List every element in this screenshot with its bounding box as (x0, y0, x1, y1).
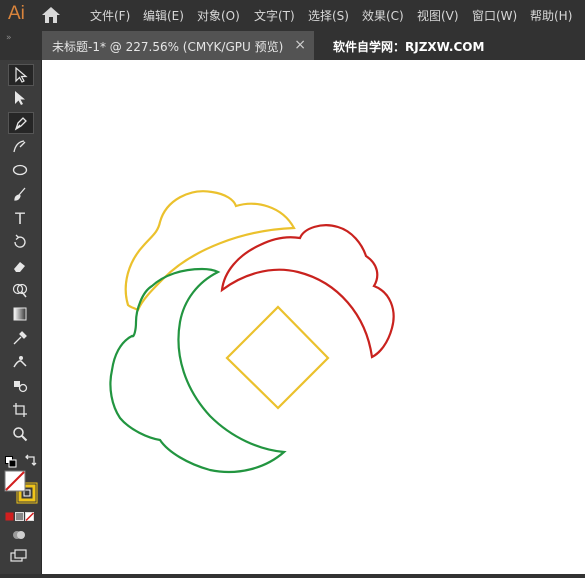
eraser-tool-icon[interactable] (8, 256, 32, 276)
home-icon[interactable] (40, 6, 62, 24)
menu-view[interactable]: 视图(V) (417, 7, 459, 24)
menu-select[interactable]: 选择(S) (308, 7, 349, 24)
menu-help[interactable]: 帮助(H) (530, 7, 572, 24)
green-cloud-path[interactable] (109, 267, 287, 474)
panel-collapse-icon[interactable]: » (6, 33, 11, 43)
menu-edit[interactable]: 编辑(E) (143, 7, 184, 24)
menu-window[interactable]: 窗口(W) (472, 7, 517, 24)
symbol-tool-icon[interactable] (8, 376, 32, 396)
curvature-tool-icon[interactable] (8, 136, 32, 156)
tools-panel: T (0, 60, 42, 574)
pen-tool-icon[interactable] (8, 112, 34, 134)
draw-mode-icon[interactable] (12, 526, 26, 539)
artwork (109, 190, 395, 474)
direct-selection-tool-icon[interactable] (8, 88, 32, 108)
menu-type[interactable]: 文字(T) (254, 7, 295, 24)
color-mode-buttons[interactable] (5, 507, 35, 522)
selection-tool-icon[interactable] (8, 64, 34, 86)
puppet-warp-tool-icon[interactable] (8, 352, 32, 372)
menu-effect[interactable]: 效果(C) (362, 7, 404, 24)
close-icon[interactable]: × (294, 37, 306, 53)
gradient-tool-icon[interactable] (8, 304, 32, 324)
artboard-tool-icon[interactable] (8, 400, 32, 420)
canvas-artboard[interactable] (42, 60, 585, 574)
paintbrush-tool-icon[interactable] (8, 184, 32, 204)
rotate-tool-icon[interactable] (8, 232, 32, 252)
screen-mode-icon[interactable] (10, 548, 28, 562)
eyedropper-tool-icon[interactable] (8, 328, 32, 348)
yellow-diamond-path[interactable] (225, 305, 330, 410)
document-tab[interactable]: 未标题-1* @ 227.56% (CMYK/GPU 预览) × (42, 31, 314, 60)
shape-builder-tool-icon[interactable] (8, 280, 32, 300)
app-logo: Ai (8, 3, 25, 24)
menu-file[interactable]: 文件(F) (90, 7, 130, 24)
yellow-cloud-path[interactable] (124, 190, 296, 312)
default-colors-icon[interactable] (5, 453, 17, 468)
menu-bar: Ai 文件(F) 编辑(E) 对象(O) 文字(T) 选择(S) 效果(C) 视… (0, 0, 585, 30)
ellipse-tool-icon[interactable] (8, 160, 32, 180)
swap-colors-icon[interactable] (24, 452, 38, 466)
fill-stroke-swatch[interactable] (4, 470, 38, 504)
menu-object[interactable]: 对象(O) (197, 7, 240, 24)
zoom-tool-icon[interactable] (8, 424, 32, 444)
document-tab-title: 未标题-1* @ 227.56% (CMYK/GPU 预览) (52, 40, 284, 54)
type-tool-icon[interactable]: T (8, 208, 32, 228)
watermark-text: 软件自学网：RJZXW.COM (333, 40, 485, 54)
